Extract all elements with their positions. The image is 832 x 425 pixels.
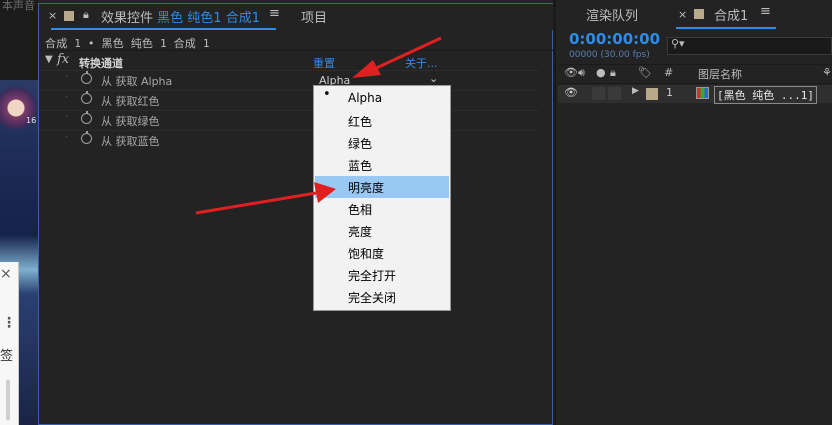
annotation-arrow-middle — [195, 182, 336, 215]
annotation-arrows — [195, 36, 442, 215]
annotation-arrow-top — [352, 36, 442, 78]
